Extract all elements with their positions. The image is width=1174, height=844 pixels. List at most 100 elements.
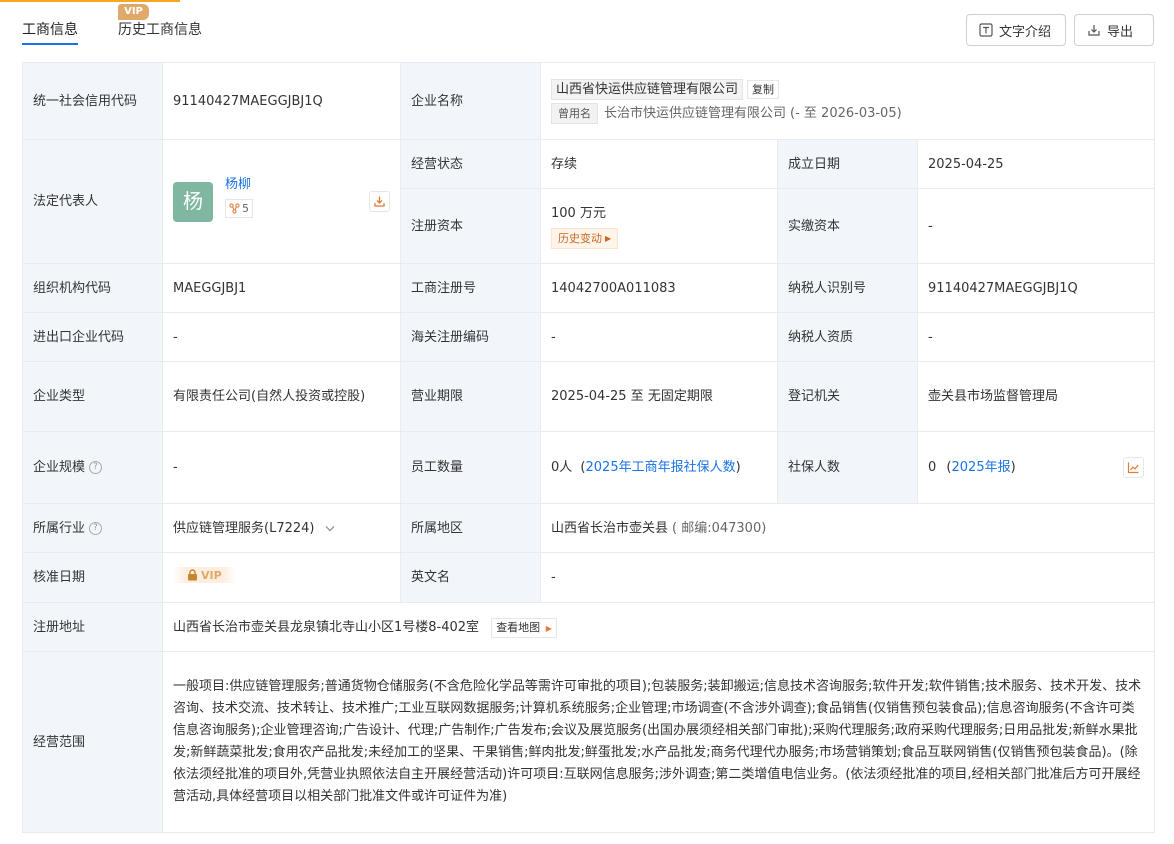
authority-label: 登记机关 xyxy=(777,361,918,432)
term-value: 2025-04-25 至 无固定期限 xyxy=(540,361,778,432)
region-cell: 山西省长治市壶关县( 邮编:047300) xyxy=(540,503,1155,553)
tab-history-business-info[interactable]: 历史工商信息 xyxy=(118,19,202,39)
postcode-value: ( 邮编:047300) xyxy=(672,520,767,536)
employees-cell: 0人 (2025年工商年报社保人数) xyxy=(540,431,778,504)
download-icon[interactable] xyxy=(369,190,390,212)
reg-no-value: 14042700A011083 xyxy=(540,263,778,313)
region-value: 山西省长治市壶关县 xyxy=(551,520,669,536)
taxpayer-id-value: 91140427MAEGGJBJ1Q xyxy=(917,263,1155,313)
social-value: 0 xyxy=(928,460,937,475)
history-change-label: 历史变动 xyxy=(558,232,602,245)
used-name-value: 长治市快运供应链管理有限公司 xyxy=(604,105,787,121)
industry-label: 所属行业 xyxy=(33,520,86,536)
type-value: 有限责任公司(自然人投资或控股) xyxy=(162,361,401,432)
table-row: 核准日期 VIP 英文名 - xyxy=(22,552,1155,603)
scale-value: - xyxy=(162,431,401,504)
history-change-button[interactable]: 历史变动 ▶ xyxy=(551,228,619,249)
vip-locked-value[interactable]: VIP xyxy=(173,567,236,583)
view-map-button[interactable]: 查看地图 ▶ xyxy=(491,617,557,638)
used-name-period: (- 至 2026-03-05) xyxy=(790,105,902,121)
top-accent-line xyxy=(0,0,180,2)
social-source-link[interactable]: 2025年报 xyxy=(952,460,1011,475)
tab-business-info[interactable]: 工商信息 xyxy=(22,19,78,39)
customs-label: 海关注册编码 xyxy=(400,312,541,362)
reg-capital-cell: 100 万元 历史变动 ▶ xyxy=(540,188,778,264)
reg-capital-label: 注册资本 xyxy=(400,188,541,264)
import-export-label: 进出口企业代码 xyxy=(22,312,163,362)
org-code-label: 组织机构代码 xyxy=(22,263,163,313)
paid-capital-label: 实缴资本 xyxy=(777,188,918,264)
employees-source-link[interactable]: 2025年工商年报社保人数 xyxy=(586,460,736,475)
social-source-close: ) xyxy=(1010,460,1016,475)
text-intro-button[interactable]: 文字介绍 xyxy=(966,14,1066,46)
company-name-label: 企业名称 xyxy=(400,62,541,140)
reg-no-label: 工商注册号 xyxy=(400,263,541,313)
industry-cell[interactable]: 供应链管理服务(L7224) xyxy=(162,503,401,553)
taxpayer-qual-value: - xyxy=(917,312,1155,362)
social-cell: 0 (2025年报) xyxy=(917,431,1155,504)
table-row: 法定代表人 杨 杨柳 5 经营状态 存续 成立日期 2025-04-25 xyxy=(22,139,1155,264)
help-icon[interactable]: ? xyxy=(89,461,103,474)
text-intro-label: 文字介绍 xyxy=(999,24,1052,40)
export-button[interactable]: 导出 xyxy=(1074,14,1154,46)
caret-right-icon: ▶ xyxy=(605,234,612,243)
english-value: - xyxy=(540,552,1155,603)
scope-label: 经营范围 xyxy=(22,651,163,833)
reg-capital-value: 100 万元 xyxy=(551,206,606,221)
established-label: 成立日期 xyxy=(777,139,918,189)
term-label: 营业期限 xyxy=(400,361,541,432)
view-map-label: 查看地图 xyxy=(496,620,541,634)
table-row: 企业规模? - 员工数量 0人 (2025年工商年报社保人数) 社保人数 0 (… xyxy=(22,431,1155,504)
text-icon xyxy=(979,23,993,37)
related-companies-badge[interactable]: 5 xyxy=(225,199,253,218)
business-info-table: 统一社会信用代码 91140427MAEGGJBJ1Q 企业名称 山西省快运供应… xyxy=(22,62,1155,833)
caret-right-icon: ▶ xyxy=(545,623,552,633)
address-label: 注册地址 xyxy=(22,602,163,652)
industry-label-cell: 所属行业? xyxy=(22,503,163,553)
table-row: 组织机构代码 MAEGGJBJ1 工商注册号 14042700A011083 纳… xyxy=(22,263,1155,313)
taxpayer-id-label: 纳税人识别号 xyxy=(777,263,918,313)
vip-badge: VIP xyxy=(118,4,149,20)
scope-value: 一般项目:供应链管理服务;普通货物仓储服务(不含危险化学品等需许可审批的项目);… xyxy=(173,679,1142,804)
status-label: 经营状态 xyxy=(400,139,541,189)
taxpayer-qual-label: 纳税人资质 xyxy=(777,312,918,362)
social-label: 社保人数 xyxy=(777,431,918,504)
export-label: 导出 xyxy=(1107,24,1134,40)
legal-rep-label: 法定代表人 xyxy=(22,139,163,264)
scope-cell: 一般项目:供应链管理服务;普通货物仓储服务(不含危险化学品等需许可审批的项目);… xyxy=(162,651,1155,833)
used-name-tag: 曾用名 xyxy=(551,102,598,124)
table-row: 所属行业? 供应链管理服务(L7224) 所属地区 山西省长治市壶关县( 邮编:… xyxy=(22,503,1155,553)
scale-label: 企业规模 xyxy=(33,460,86,475)
help-icon[interactable]: ? xyxy=(89,521,103,535)
employees-label: 员工数量 xyxy=(400,431,541,504)
related-count: 5 xyxy=(242,202,249,215)
paid-capital-value: - xyxy=(917,188,1155,264)
table-row: 统一社会信用代码 91140427MAEGGJBJ1Q 企业名称 山西省快运供应… xyxy=(22,62,1155,140)
export-icon xyxy=(1087,23,1101,37)
approve-cell: VIP xyxy=(162,552,401,603)
customs-value: - xyxy=(540,312,778,362)
copy-button[interactable]: 复制 xyxy=(747,79,780,99)
org-code-value: MAEGGJBJ1 xyxy=(162,263,401,313)
legal-rep-cell: 杨 杨柳 5 xyxy=(162,139,401,264)
company-name-cell: 山西省快运供应链管理有限公司 复制 曾用名 长治市快运供应链管理有限公司 (- 至 2… xyxy=(540,62,1155,140)
trend-chart-icon[interactable] xyxy=(1123,456,1144,478)
vip-lock-text: VIP xyxy=(201,568,222,582)
active-tab-underline xyxy=(22,43,78,45)
relation-icon xyxy=(229,203,240,214)
established-value: 2025-04-25 xyxy=(917,139,1155,189)
lock-icon xyxy=(187,569,198,581)
credit-code-value: 91140427MAEGGJBJ1Q xyxy=(162,62,401,140)
address-value: 山西省长治市壶关县龙泉镇北寺山小区1号楼8-402室 xyxy=(173,619,480,635)
table-row: 注册地址 山西省长治市壶关县龙泉镇北寺山小区1号楼8-402室 查看地图 ▶ xyxy=(22,602,1155,652)
type-label: 企业类型 xyxy=(22,361,163,432)
employees-value: 0人 xyxy=(551,460,573,475)
avatar: 杨 xyxy=(173,181,213,222)
legal-rep-name-link[interactable]: 杨柳 xyxy=(225,174,253,195)
authority-value: 壶关县市场监督管理局 xyxy=(917,361,1155,432)
address-cell: 山西省长治市壶关县龙泉镇北寺山小区1号楼8-402室 查看地图 ▶ xyxy=(162,602,1155,652)
credit-code-label: 统一社会信用代码 xyxy=(22,62,163,140)
table-row: 企业类型 有限责任公司(自然人投资或控股) 营业期限 2025-04-25 至 … xyxy=(22,361,1155,432)
table-row: 进出口企业代码 - 海关注册编码 - 纳税人资质 - xyxy=(22,312,1155,362)
table-row: 经营范围 一般项目:供应链管理服务;普通货物仓储服务(不含危险化学品等需许可审批… xyxy=(22,651,1155,833)
